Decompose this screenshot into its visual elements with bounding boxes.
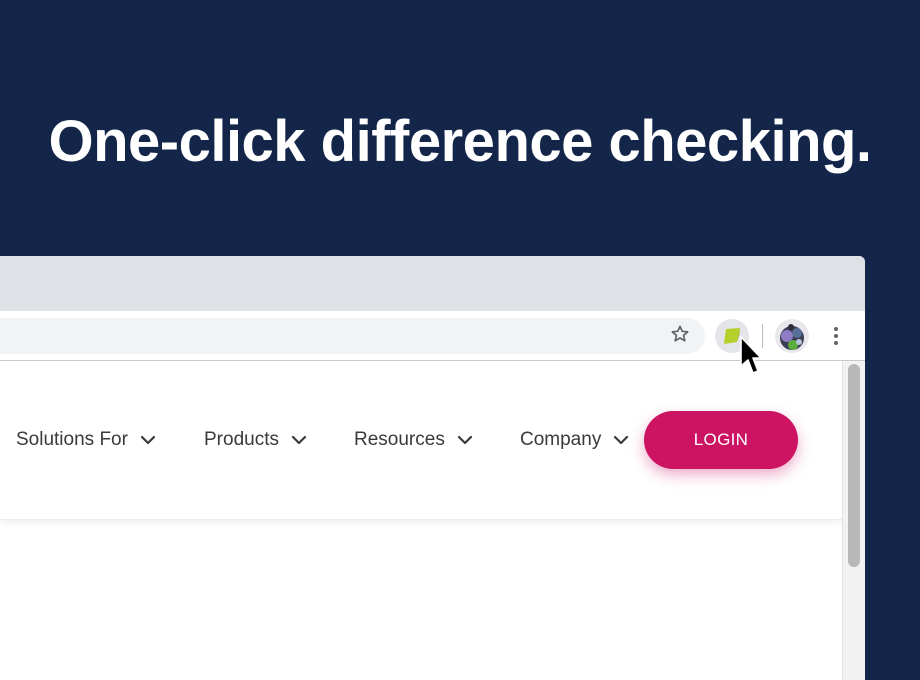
mouse-pointer-icon bbox=[740, 336, 761, 374]
nav-label: Solutions For bbox=[16, 429, 128, 450]
nav-solutions-for[interactable]: Solutions For bbox=[16, 425, 156, 455]
login-button[interactable]: LOGIN bbox=[644, 411, 798, 469]
page-content: Solutions For Products Resources Company bbox=[0, 361, 842, 680]
browser-toolbar bbox=[0, 311, 865, 361]
nav-resources[interactable]: Resources bbox=[354, 425, 473, 455]
chevron-down-icon bbox=[614, 435, 629, 445]
chevron-down-icon bbox=[140, 435, 156, 445]
chevron-down-icon bbox=[457, 435, 472, 445]
browser-window: Solutions For Products Resources Company bbox=[0, 256, 865, 680]
nav-label: Resources bbox=[354, 429, 445, 450]
address-bar[interactable] bbox=[0, 318, 705, 354]
site-header: Solutions For Products Resources Company bbox=[0, 361, 842, 520]
nav-label: Company bbox=[520, 429, 602, 450]
vertical-dots-icon[interactable] bbox=[824, 321, 848, 351]
nav-label: Products bbox=[204, 429, 279, 450]
avatar[interactable] bbox=[775, 319, 809, 353]
browser-tab-strip bbox=[0, 256, 865, 311]
bookmark-star-icon[interactable] bbox=[666, 320, 694, 348]
scrollbar-thumb[interactable] bbox=[848, 364, 860, 567]
chevron-down-icon bbox=[291, 435, 307, 445]
toolbar-divider bbox=[762, 324, 763, 348]
nav-company[interactable]: Company bbox=[520, 425, 629, 455]
scrollbar[interactable] bbox=[842, 361, 865, 680]
nav-products[interactable]: Products bbox=[204, 425, 307, 455]
headline: One-click difference checking. bbox=[48, 109, 872, 174]
